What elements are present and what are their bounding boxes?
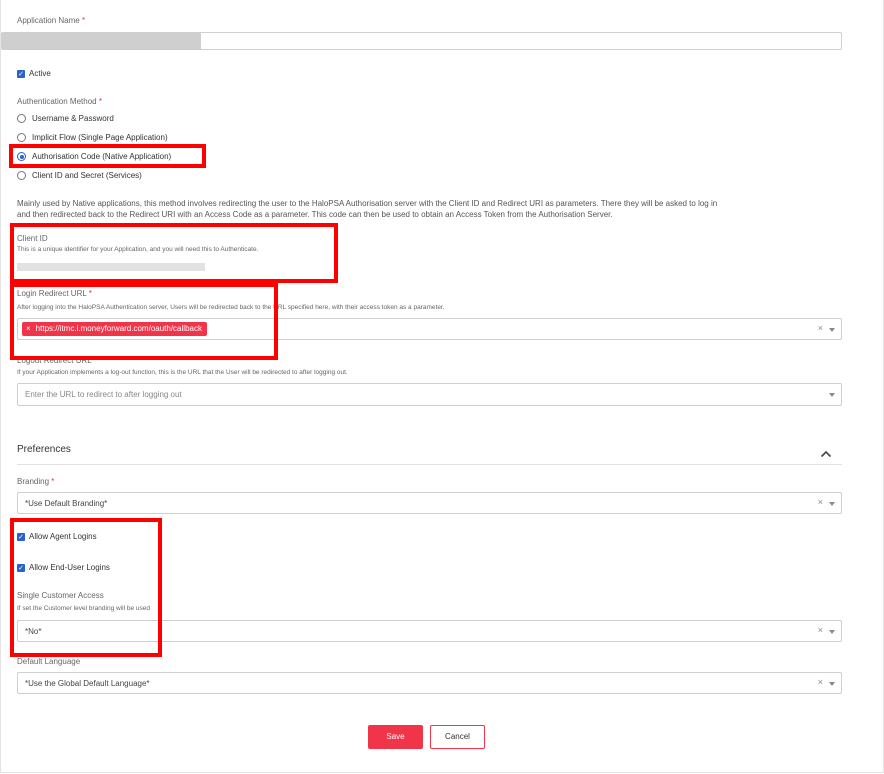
caret-down-icon[interactable] <box>829 630 835 634</box>
radio-authorisation-code-label: Authorisation Code (Native Application) <box>32 152 172 161</box>
login-redirect-label: Login Redirect URL * <box>17 289 92 298</box>
single-customer-hint: If set the Customer level branding will … <box>17 605 150 612</box>
allow-enduser-logins-checkbox[interactable]: ✓ <box>17 564 25 572</box>
allow-enduser-logins-label: Allow End-User Logins <box>29 563 110 572</box>
clear-icon[interactable]: × <box>818 497 823 507</box>
clear-icon[interactable]: × <box>818 323 823 333</box>
branding-label-text: Branding <box>17 477 50 486</box>
radio-implicit-flow-label: Implicit Flow (Single Page Application) <box>32 133 168 142</box>
single-customer-label: Single Customer Access <box>17 591 104 600</box>
description-line-2: and then redirected back to the Redirect… <box>17 210 613 219</box>
default-language-value: *Use the Global Default Language* <box>25 679 150 688</box>
chevron-up-icon[interactable] <box>820 446 832 458</box>
auth-method-label: Authentication Method * <box>17 97 102 106</box>
allow-agent-logins-checkbox[interactable]: ✓ <box>17 533 25 541</box>
allow-agent-logins-label: Allow Agent Logins <box>29 532 97 541</box>
radio-implicit-flow[interactable] <box>17 133 26 142</box>
radio-client-id-secret-label: Client ID and Secret (Services) <box>32 171 142 180</box>
required-mark: * <box>51 477 55 486</box>
required-mark: * <box>81 16 86 25</box>
redacted-value <box>1 33 201 49</box>
app-name-label: Application Name * <box>17 16 85 25</box>
preferences-title: Preferences <box>17 444 71 455</box>
required-mark: * <box>98 97 102 106</box>
description-line-1: Mainly used by Native applications, this… <box>17 199 718 208</box>
app-name-label-text: Application Name <box>17 16 80 25</box>
auth-method-description: Mainly used by Native applications, this… <box>17 198 847 220</box>
cancel-button[interactable]: Cancel <box>430 725 485 749</box>
client-id-label: Client ID <box>17 234 48 243</box>
logout-redirect-label: Logout Redirect URL <box>17 356 92 365</box>
tag-remove-icon[interactable]: × <box>26 324 31 333</box>
save-button[interactable]: Save <box>368 725 423 749</box>
logout-redirect-placeholder: Enter the URL to redirect to after loggi… <box>25 390 182 399</box>
redirect-url-tag-text: https://itmc.i.moneyforward.com/oauth/ca… <box>35 324 202 333</box>
app-name-input[interactable] <box>1 32 842 50</box>
redirect-url-tag[interactable]: × https://itmc.i.moneyforward.com/oauth/c… <box>22 322 207 336</box>
clear-icon[interactable]: × <box>818 677 823 687</box>
active-checkbox[interactable]: ✓ <box>17 70 25 78</box>
login-redirect-label-text: Login Redirect URL <box>17 289 87 298</box>
login-redirect-hint: After logging into the HaloPSA Authentic… <box>17 304 445 311</box>
single-customer-select[interactable]: *No* × <box>17 620 842 642</box>
branding-value: *Use Default Branding* <box>25 499 108 508</box>
branding-select[interactable]: *Use Default Branding* × <box>17 492 842 514</box>
default-language-label: Default Language <box>17 657 81 666</box>
caret-down-icon[interactable] <box>829 682 835 686</box>
single-customer-value: *No* <box>25 627 42 636</box>
branding-label: Branding * <box>17 477 54 486</box>
radio-authorisation-code[interactable] <box>17 152 26 161</box>
caret-down-icon[interactable] <box>829 393 835 397</box>
application-form: Application Name * ✓ Active Authenticati… <box>0 0 884 773</box>
preferences-divider <box>17 464 842 465</box>
radio-username-password[interactable] <box>17 114 26 123</box>
login-redirect-input[interactable]: × https://itmc.i.moneyforward.com/oauth/c… <box>17 318 842 340</box>
client-id-hint: This is a unique identifier for your App… <box>17 246 259 253</box>
logout-redirect-input[interactable]: Enter the URL to redirect to after loggi… <box>17 383 842 406</box>
caret-down-icon[interactable] <box>829 328 835 332</box>
required-mark: * <box>88 289 92 298</box>
radio-username-password-label: Username & Password <box>32 114 114 123</box>
caret-down-icon[interactable] <box>829 502 835 506</box>
default-language-select[interactable]: *Use the Global Default Language* × <box>17 672 842 694</box>
active-label: Active <box>29 69 51 78</box>
logout-redirect-hint: If your Application implements a log-out… <box>17 369 348 376</box>
highlight-box-client-id <box>10 223 338 283</box>
auth-method-label-text: Authentication Method <box>17 97 97 106</box>
clear-icon[interactable]: × <box>818 625 823 635</box>
radio-client-id-secret[interactable] <box>17 171 26 180</box>
client-id-value-redacted <box>17 263 205 271</box>
